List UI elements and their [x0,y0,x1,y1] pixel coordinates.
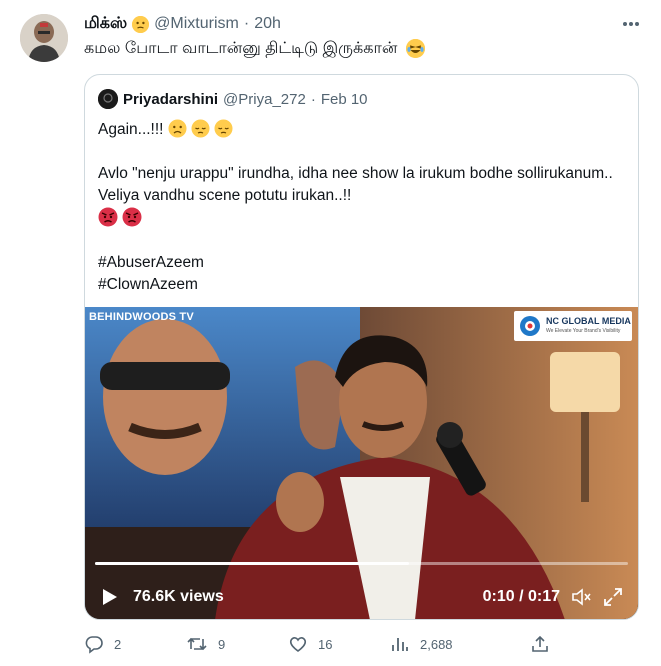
hashtag-abuser[interactable]: #AbuserAzeem [98,252,618,274]
retweet-icon [187,637,207,651]
volume-muted-icon[interactable] [570,586,592,608]
reply-icon [85,636,103,654]
quote-line-1: Again...!!! [98,119,618,141]
quoted-tweet[interactable]: Priyadarshini @Priya_272 · Feb 10 Again.… [84,74,639,620]
tweet-actions: 2 9 16 2,688 [84,634,554,660]
timestamp[interactable]: 20h [254,15,281,33]
quote-date[interactable]: Feb 10 [321,91,368,108]
share-button[interactable] [530,634,550,654]
tweet-text: கமல போடா வாடான்னு திட்டிடு இருக்கான் [84,38,425,60]
nc-badge-tagline: We Elevate Your Brand's Visibility [546,328,621,334]
display-name[interactable]: மிக்ஸ் [84,14,127,34]
pensive-emoji-icon [191,119,210,138]
tweet-text-body: கமல போடா வாடான்னு திட்டிடு இருக்கான் [84,40,398,57]
face-emoji-icon [132,15,150,33]
behindwoods-watermark: BEHINDWOODS TV [89,311,194,323]
nc-global-media-badge: NC GLOBAL MEDIA We Elevate Your Brand's … [514,311,632,341]
retweet-button[interactable]: 9 [186,634,225,654]
tweet[interactable]: மிக்ஸ் @Mixturism · 20h கமல போடா வாடான்ன… [0,0,661,666]
separator: · [243,15,250,32]
quote-separator: · [310,90,316,108]
views-count: 2,688 [420,636,453,652]
heart-icon [289,637,307,652]
worried-emoji-icon [168,119,187,138]
nc-badge-name: NC GLOBAL MEDIA [546,316,631,326]
video-timecode: 0:10 / 0:17 [482,588,560,605]
retweet-count: 9 [218,636,226,652]
quote-line-2-emojis [98,207,618,230]
fullscreen-icon[interactable] [602,586,624,608]
like-button[interactable]: 16 [288,634,332,654]
ellipsis-icon[interactable] [619,14,643,34]
hashtag-clown[interactable]: #ClownAzeem [98,274,618,296]
author-avatar[interactable] [20,14,68,62]
handle[interactable]: @Mixturism [154,15,239,33]
views-button[interactable]: 2,688 [390,634,453,654]
tweet-header: மிக்ஸ் @Mixturism · 20h [84,12,281,36]
video-views: 76.6K views [133,588,224,605]
quote-text: Again...!!! Avlo "nenju urappu" irundha,… [98,119,618,296]
quote-display-name[interactable]: Priyadarshini [123,91,218,108]
video-progress-fill [95,562,410,565]
quote-handle[interactable]: @Priya_272 [223,91,306,108]
quote-avatar[interactable] [98,89,118,109]
angry-face-emoji-icon-2 [122,207,142,227]
play-icon[interactable] [99,587,119,607]
angry-face-emoji-icon [98,207,118,227]
like-count: 16 [318,636,333,652]
video-player[interactable]: BEHINDWOODS TV NC GLOBAL MEDIA We Elevat… [85,307,638,619]
quote-line-1-text: Again...!!! [98,121,164,138]
views-bar-icon [392,638,408,651]
video-frame [85,307,638,619]
pensive-emoji-icon-2 [214,119,233,138]
quote-header: Priyadarshini @Priya_272 · Feb 10 [98,89,368,109]
reply-button[interactable]: 2 [84,634,121,654]
video-progress-bar[interactable] [95,562,628,565]
laughing-emoji-icon [405,39,425,59]
nc-logo-icon [520,316,540,336]
reply-count: 2 [114,636,122,652]
quote-line-2: Avlo "nenju urappu" irundha, idha nee sh… [98,165,613,204]
share-icon [532,635,548,652]
